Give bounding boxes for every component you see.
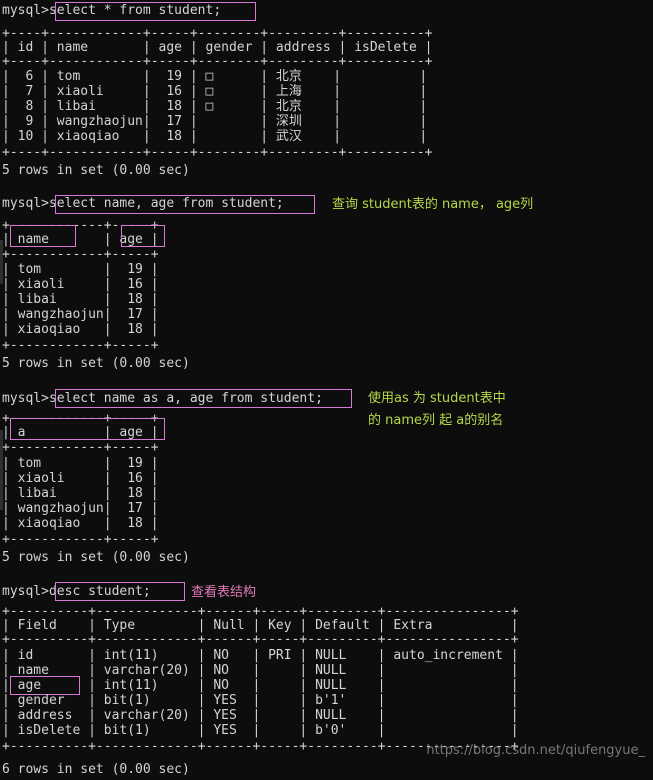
- table4-header-row: | Field | Type | Null | Key | Default | …: [2, 618, 519, 633]
- table4-top-border: +----------+-------------+------+-----+-…: [2, 604, 519, 619]
- csdn-watermark: https://blog.csdn.net/qiufengyue_: [426, 743, 645, 758]
- table3-top-border: +------------+-----+: [2, 411, 159, 426]
- table-row: | 10 | xiaoqiao | 18 | | 武汉 | |: [2, 129, 428, 144]
- table-row: | wangzhaojun| 17 |: [2, 501, 159, 516]
- table2-bottom-border: +------------+-----+: [2, 338, 159, 353]
- table-row: | id | int(11) | NO | PRI | NULL | auto_…: [2, 648, 519, 663]
- prompt-line-select-alias: mysql>select name as a, age from student…: [2, 391, 323, 406]
- prompt-line-select-name-age: mysql>select name, age from student;: [2, 196, 284, 211]
- result-line-4: 6 rows in set (0.00 sec): [2, 762, 190, 777]
- table-row: | tom | 19 |: [2, 262, 159, 277]
- annotation-desc-student: 查看表结构: [191, 585, 257, 600]
- result-line-3: 5 rows in set (0.00 sec): [2, 550, 190, 565]
- prompt-line-select-star: mysql>select * from student;: [2, 3, 222, 18]
- table-row: | 6 | tom | 19 | □ | 北京 | |: [2, 69, 428, 84]
- table-row: | 8 | libai | 18 | □ | 北京 | |: [2, 99, 428, 114]
- table3-header-sep: +------------+-----+: [2, 440, 159, 455]
- table-row: | name | varchar(20) | NO | | NULL | |: [2, 663, 519, 678]
- table-row: | 7 | xiaoli | 16 | □ | 上海 | |: [2, 84, 428, 99]
- table-row: | libai | 18 |: [2, 292, 159, 307]
- annotation-alias-line2: 的 name列 起 a的别名: [368, 413, 504, 428]
- table2-top-border: +------------+-----+: [2, 218, 159, 233]
- scrollbar-artifact[interactable]: [0, 430, 3, 510]
- table-row: | xiaoli | 16 |: [2, 277, 159, 292]
- table3-bottom-border: +------------+-----+: [2, 532, 159, 547]
- table2-header-row: | name | age |: [2, 232, 159, 247]
- table1-header-sep: +----+------------+-----+--------+------…: [2, 54, 433, 69]
- table1-bottom-border: +----+------------+-----+--------+------…: [2, 145, 433, 160]
- annotation-alias-line1: 使用as 为 student表中: [368, 391, 506, 406]
- result-line-2: 5 rows in set (0.00 sec): [2, 356, 190, 371]
- table-row: | age | int(11) | NO | | NULL | |: [2, 678, 519, 693]
- table-row: | xiaoqiao | 18 |: [2, 322, 159, 337]
- table-row: | 9 | wangzhaojun| 17 | | 深圳 | |: [2, 114, 428, 129]
- table-row: | address | varchar(20) | YES | | NULL |…: [2, 708, 519, 723]
- table4-header-sep: +----------+-------------+------+-----+-…: [2, 632, 519, 647]
- table1-top-border: +----+------------+-----+--------+------…: [2, 26, 433, 41]
- table-row: | isDelete | bit(1) | YES | | b'0' | |: [2, 723, 519, 738]
- terminal-window[interactable]: mysql>select * from student; +----+-----…: [0, 0, 653, 780]
- table1-header-row: | id | name | age | gender | address | i…: [2, 40, 433, 55]
- table-row: | xiaoqiao | 18 |: [2, 516, 159, 531]
- scrollbar-artifact[interactable]: [0, 240, 3, 284]
- annotation-select-name-age: 查询 student表的 name， age列: [332, 197, 534, 212]
- table-row: | libai | 18 |: [2, 486, 159, 501]
- table-row: | xiaoli | 16 |: [2, 471, 159, 486]
- table2-header-sep: +------------+-----+: [2, 247, 159, 262]
- prompt-line-desc-student: mysql>desc student;: [2, 584, 151, 599]
- table-row: | gender | bit(1) | YES | | b'1' | |: [2, 693, 519, 708]
- table-row: | tom | 19 |: [2, 456, 159, 471]
- table-row: | wangzhaojun| 17 |: [2, 307, 159, 322]
- result-line-1: 5 rows in set (0.00 sec): [2, 163, 190, 178]
- table3-header-row: | a | age |: [2, 425, 159, 440]
